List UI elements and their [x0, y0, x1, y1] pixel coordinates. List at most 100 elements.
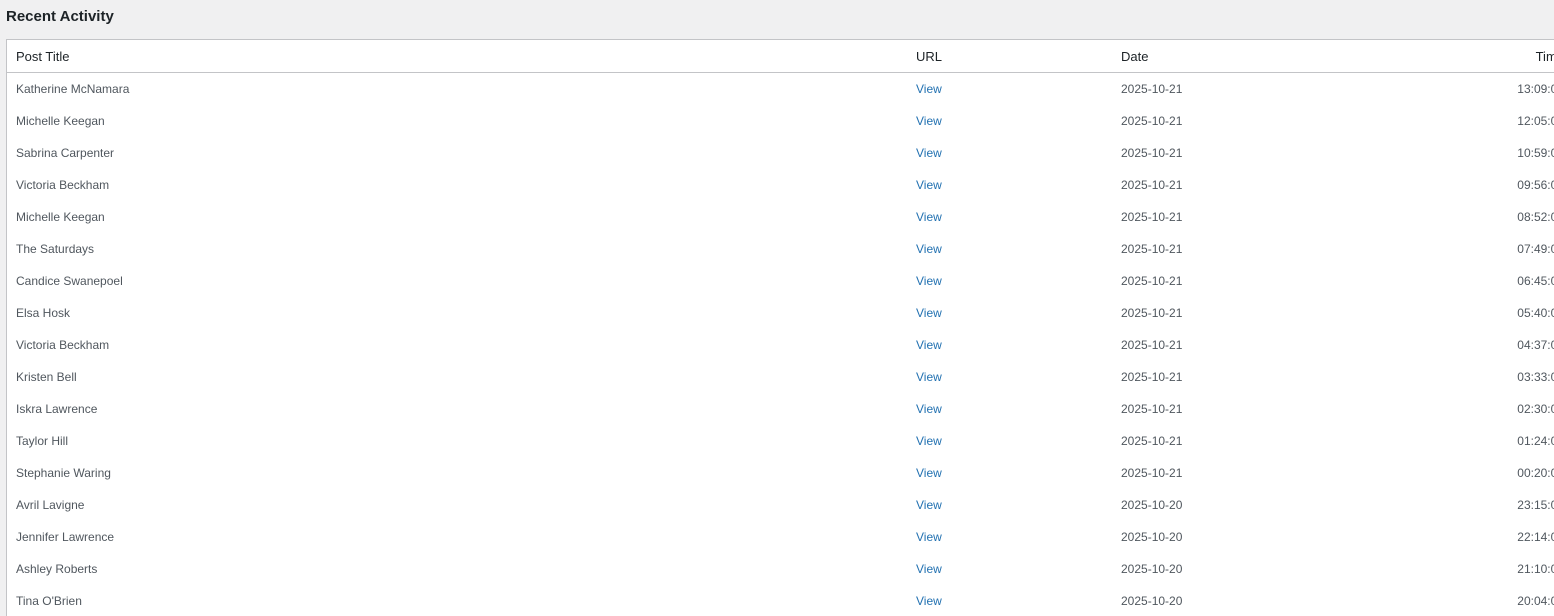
post-title-cell: Kristen Bell [16, 370, 77, 384]
url-cell: View [916, 105, 1121, 137]
view-link[interactable]: View [916, 274, 942, 288]
table-row: Avril Lavigne View 2025-10-20 23:15:03 [7, 489, 1554, 521]
view-link[interactable]: View [916, 434, 942, 448]
date-cell: 2025-10-21 [1121, 178, 1183, 192]
time-cell: 21:10:07 [1517, 562, 1554, 576]
url-cell: View [916, 73, 1121, 106]
view-link[interactable]: View [916, 498, 942, 512]
time-cell: 02:30:02 [1517, 402, 1554, 416]
post-title-cell: Katherine McNamara [16, 82, 130, 96]
post-title-cell: Victoria Beckham [16, 338, 110, 352]
post-title-cell: Michelle Keegan [16, 210, 105, 224]
url-cell: View [916, 553, 1121, 585]
post-title-cell: Elsa Hosk [16, 306, 71, 320]
section-title: Recent Activity [6, 8, 114, 25]
table-row: Kristen Bell View 2025-10-21 03:33:02 [7, 361, 1554, 393]
url-cell: View [916, 361, 1121, 393]
date-cell: 2025-10-21 [1121, 434, 1183, 448]
url-cell: View [916, 233, 1121, 265]
date-cell: 2025-10-20 [1121, 530, 1183, 544]
date-cell: 2025-10-21 [1121, 146, 1183, 160]
url-cell: View [916, 169, 1121, 201]
time-cell: 09:56:03 [1517, 178, 1554, 192]
table-row: Tina O'Brien View 2025-10-20 20:04:02 [7, 585, 1554, 616]
date-cell: 2025-10-21 [1121, 210, 1183, 224]
post-title-cell: Ashley Roberts [16, 562, 98, 576]
time-cell: 08:52:03 [1517, 210, 1554, 224]
view-link[interactable]: View [916, 306, 942, 320]
time-cell: 03:33:02 [1517, 370, 1554, 384]
table-row: Katherine McNamara View 2025-10-21 13:09:03 [7, 73, 1554, 106]
time-cell: 04:37:02 [1517, 338, 1554, 352]
table-row: Sabrina Carpenter View 2025-10-21 10:59:03 [7, 137, 1554, 169]
date-cell: 2025-10-21 [1121, 306, 1183, 320]
column-header-time: Time [1461, 40, 1554, 73]
activity-panel: Post Title URL Date Time Katherine McNam… [6, 39, 1554, 616]
view-link[interactable]: View [916, 466, 942, 480]
view-link[interactable]: View [916, 530, 942, 544]
date-cell: 2025-10-20 [1121, 594, 1183, 608]
post-title-cell: The Saturdays [16, 242, 95, 256]
date-cell: 2025-10-20 [1121, 562, 1183, 576]
date-cell: 2025-10-21 [1121, 338, 1183, 352]
view-link[interactable]: View [916, 242, 942, 256]
table-row: Michelle Keegan View 2025-10-21 08:52:03 [7, 201, 1554, 233]
column-header-url: URL [916, 40, 1121, 73]
table-row: Stephanie Waring View 2025-10-21 00:20:07 [7, 457, 1554, 489]
date-cell: 2025-10-21 [1121, 402, 1183, 416]
view-link[interactable]: View [916, 594, 942, 608]
time-cell: 07:49:03 [1517, 242, 1554, 256]
activity-table: Post Title URL Date Time Katherine McNam… [7, 40, 1554, 616]
table-row: Victoria Beckham View 2025-10-21 04:37:02 [7, 329, 1554, 361]
table-row: Iskra Lawrence View 2025-10-21 02:30:02 [7, 393, 1554, 425]
post-title-cell: Sabrina Carpenter [16, 146, 115, 160]
post-title-cell: Avril Lavigne [16, 498, 85, 512]
time-cell: 05:40:03 [1517, 306, 1554, 320]
post-title-cell: Tina O'Brien [16, 594, 82, 608]
table-header: Post Title URL Date Time [7, 40, 1554, 73]
recent-activity-page: Recent Activity Post Title URL Date Time… [0, 0, 1554, 616]
table-row: The Saturdays View 2025-10-21 07:49:03 [7, 233, 1554, 265]
date-cell: 2025-10-21 [1121, 114, 1183, 128]
view-link[interactable]: View [916, 370, 942, 384]
date-cell: 2025-10-20 [1121, 498, 1183, 512]
post-title-cell: Candice Swanepoel [16, 274, 123, 288]
column-header-post-title: Post Title [7, 40, 916, 73]
table-body: Katherine McNamara View 2025-10-21 13:09:03… [7, 73, 1554, 616]
url-cell: View [916, 489, 1121, 521]
table-row: Taylor Hill View 2025-10-21 01:24:03 [7, 425, 1554, 457]
url-cell: View [916, 297, 1121, 329]
post-title-cell: Taylor Hill [16, 434, 69, 448]
post-title-cell: Victoria Beckham [16, 178, 110, 192]
column-header-date: Date [1121, 40, 1461, 73]
view-link[interactable]: View [916, 210, 942, 224]
table-row: Jennifer Lawrence View 2025-10-20 22:14:03 [7, 521, 1554, 553]
post-title-cell: Iskra Lawrence [16, 402, 98, 416]
time-cell: 01:24:03 [1517, 434, 1554, 448]
date-cell: 2025-10-21 [1121, 82, 1183, 96]
header-row: Post Title URL Date Time [7, 40, 1554, 73]
view-link[interactable]: View [916, 562, 942, 576]
view-link[interactable]: View [916, 402, 942, 416]
time-cell: 20:04:02 [1517, 594, 1554, 608]
url-cell: View [916, 425, 1121, 457]
time-cell: 23:15:03 [1517, 498, 1554, 512]
url-cell: View [916, 585, 1121, 616]
time-cell: 00:20:07 [1517, 466, 1554, 480]
url-cell: View [916, 521, 1121, 553]
url-cell: View [916, 457, 1121, 489]
date-cell: 2025-10-21 [1121, 466, 1183, 480]
view-link[interactable]: View [916, 114, 942, 128]
time-cell: 22:14:03 [1517, 530, 1554, 544]
post-title-cell: Jennifer Lawrence [16, 530, 115, 544]
view-link[interactable]: View [916, 338, 942, 352]
url-cell: View [916, 265, 1121, 297]
table-row: Michelle Keegan View 2025-10-21 12:05:04 [7, 105, 1554, 137]
time-cell: 12:05:04 [1517, 114, 1554, 128]
view-link[interactable]: View [916, 82, 942, 96]
post-title-cell: Stephanie Waring [16, 466, 111, 480]
date-cell: 2025-10-21 [1121, 370, 1183, 384]
date-cell: 2025-10-21 [1121, 274, 1183, 288]
view-link[interactable]: View [916, 146, 942, 160]
view-link[interactable]: View [916, 178, 942, 192]
